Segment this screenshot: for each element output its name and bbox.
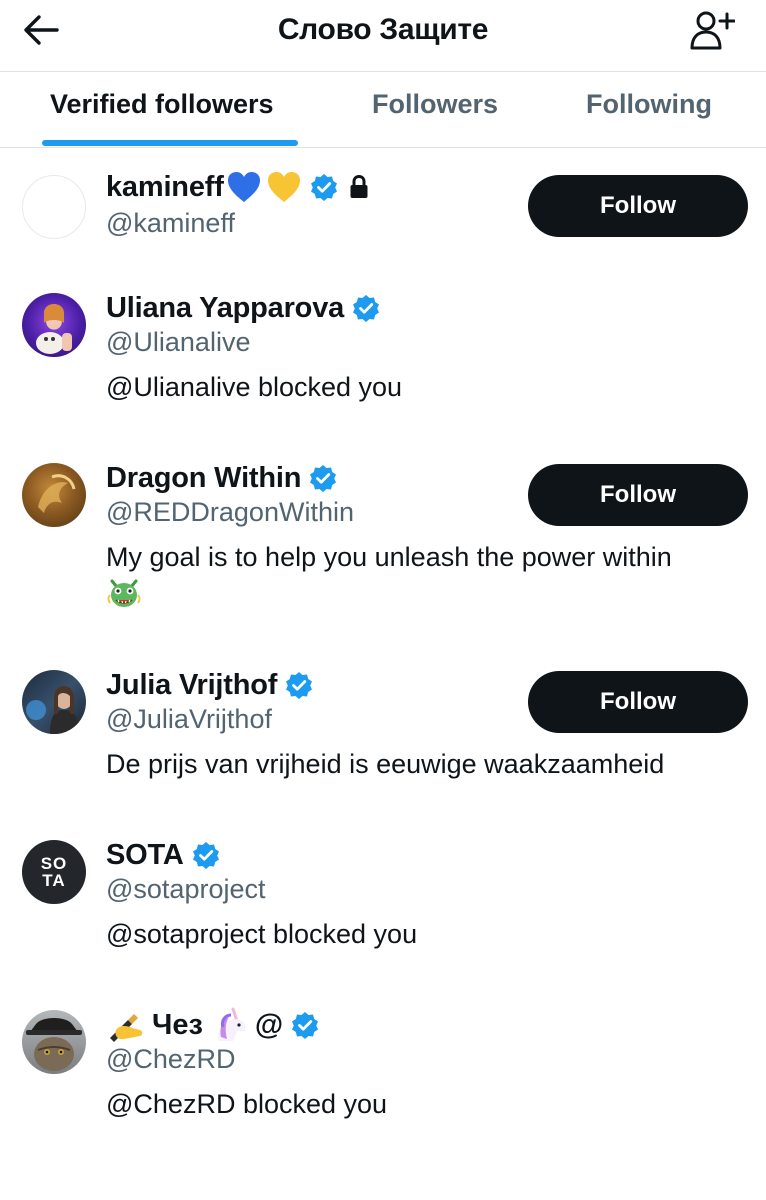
- verified-badge-icon: [310, 465, 337, 492]
- user-bio: @sotaproject blocked you: [106, 919, 418, 949]
- user-row-chezrd[interactable]: Чез @ @ChezRD @ChezRD blocked you: [0, 992, 766, 1142]
- user-bio: @Ulianalive blocked you: [106, 372, 403, 402]
- user-handle: @Ulianalive: [106, 327, 251, 357]
- add-user-button[interactable]: [684, 6, 740, 54]
- dragon-face-emoji: [107, 579, 141, 607]
- lock-icon: [350, 174, 368, 198]
- user-row-kamineff[interactable]: kamineff @kamineff Follow: [0, 150, 766, 265]
- active-tab-indicator: [42, 140, 298, 146]
- follow-button[interactable]: Follow: [528, 464, 748, 526]
- yellow-heart-emoji: [267, 172, 300, 202]
- user-name-at: @: [254, 1008, 284, 1041]
- avatar[interactable]: [22, 1010, 86, 1074]
- top-bar: Слово Защите: [0, 0, 766, 72]
- avatar[interactable]: [22, 175, 86, 239]
- avatar-image: [38, 474, 76, 513]
- verified-badge-icon: [292, 1012, 319, 1039]
- person-add-icon: [690, 11, 735, 50]
- blue-heart-emoji: [227, 172, 260, 202]
- tab-following[interactable]: Following: [586, 72, 712, 148]
- user-name-line: Uliana Yapparova: [106, 288, 380, 328]
- avatar[interactable]: [22, 670, 86, 734]
- verified-badge-icon: [353, 295, 380, 322]
- follow-button[interactable]: Follow: [528, 175, 748, 237]
- user-handle: @kamineff: [106, 208, 235, 238]
- tab-verified-followers[interactable]: Verified followers: [50, 72, 274, 148]
- user-handle: @sotaproject: [106, 874, 266, 904]
- user-handle: @JuliaVrijthof: [106, 704, 272, 734]
- user-name-line: Julia Vrijthof: [106, 665, 313, 705]
- user-name: SOTA: [106, 838, 184, 871]
- user-name: kamineff: [106, 170, 224, 203]
- follow-button[interactable]: Follow: [528, 671, 748, 733]
- user-bio: De prijs van vrijheid is eeuwige waakzaa…: [106, 749, 665, 779]
- user-row-juliavrijthof[interactable]: Julia Vrijthof @JuliaVrijthof De prijs v…: [0, 652, 766, 802]
- page-title: Слово Защите: [277, 13, 489, 46]
- user-name-line: kamineff: [106, 167, 370, 207]
- unicorn-emoji: [218, 1007, 246, 1041]
- user-bio: My goal is to help you unleash the power…: [106, 542, 672, 572]
- avatar-image: [26, 1018, 82, 1071]
- verified-badge-icon: [286, 672, 313, 699]
- user-name-text: Чез: [152, 1008, 203, 1041]
- user-row-sotaproject[interactable]: SO TA SOTA @sotaproject @sotaproject blo…: [0, 822, 766, 972]
- user-row-ulianalive[interactable]: Uliana Yapparova @Ulianalive @Ulianalive…: [0, 275, 766, 425]
- tab-bar: Verified followers Followers Following: [0, 72, 766, 148]
- user-bio: @ChezRD blocked you: [106, 1089, 388, 1119]
- avatar-image: [26, 686, 80, 734]
- avatar[interactable]: [22, 293, 86, 357]
- user-name: Julia Vrijthof: [106, 668, 278, 701]
- user-handle: @ChezRD: [106, 1044, 236, 1074]
- user-name: Uliana Yapparova: [106, 291, 345, 324]
- user-name: Dragon Within: [106, 461, 302, 494]
- user-name-line: SOTA: [106, 835, 220, 875]
- user-name-line: Чез @: [106, 1005, 319, 1045]
- verified-badge-icon: [192, 842, 219, 869]
- writing-hand-emoji: [110, 1014, 143, 1042]
- avatar-logo-text-top: SO: [40, 854, 68, 873]
- verified-badge-icon: [310, 174, 337, 201]
- user-handle: @REDDragonWithin: [106, 497, 354, 527]
- avatar-image: [36, 304, 72, 354]
- avatar[interactable]: [22, 463, 86, 527]
- user-name-line: Dragon Within: [106, 458, 337, 498]
- avatar-logo-text-bottom: TA: [42, 871, 66, 890]
- user-row-reddragonwithin[interactable]: Dragon Within @REDDragonWithin My goal i…: [0, 445, 766, 625]
- tab-followers[interactable]: Followers: [372, 72, 498, 148]
- avatar[interactable]: SO TA: [22, 840, 86, 904]
